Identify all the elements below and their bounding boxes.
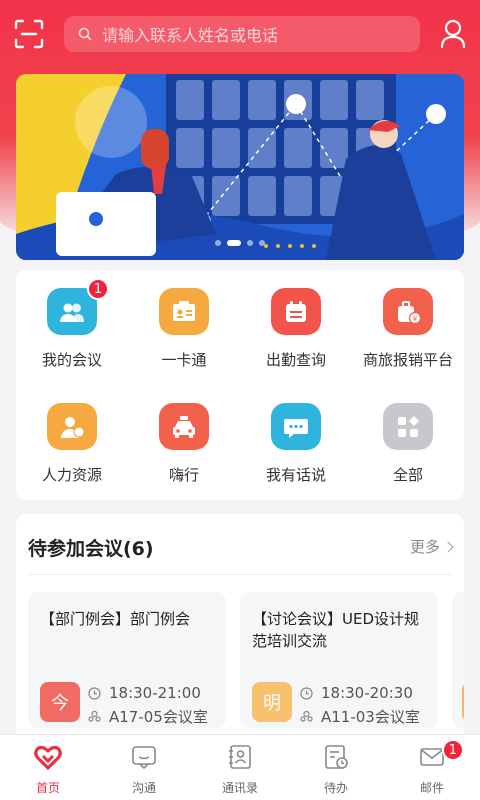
banner-dot[interactable] bbox=[247, 240, 253, 246]
meeting-card[interactable]: 【部门例会】部门例会 今 18:30-21:00 A17-05会议室 bbox=[28, 592, 226, 728]
taxi-icon bbox=[159, 403, 209, 450]
pending-meetings-card: 待参加会议(6) 更多 【部门例会】部门例会 今 18:30-21:00 A17… bbox=[16, 514, 464, 740]
todo-icon bbox=[325, 745, 348, 769]
app-label: 人力资源 bbox=[41, 466, 102, 484]
meeting-time-row: 18:30-20:30 bbox=[300, 684, 413, 702]
chat-bubble-icon bbox=[271, 403, 321, 450]
app-label: 我的会议 bbox=[41, 351, 102, 369]
home-heart-icon bbox=[34, 745, 62, 770]
tab-chat[interactable]: 沟通 bbox=[96, 735, 192, 800]
scan-icon[interactable] bbox=[14, 19, 44, 49]
app-hi-travel[interactable]: 嗨行 bbox=[128, 385, 240, 485]
people-icon: 1 bbox=[47, 278, 109, 335]
calendar-icon bbox=[271, 288, 321, 335]
day-tag: 明 bbox=[252, 682, 292, 722]
tab-label: 邮件 bbox=[419, 781, 444, 795]
chevron-right-icon bbox=[442, 540, 454, 553]
luggage-icon: ¥ bbox=[383, 288, 433, 335]
mail-badge: 1 bbox=[441, 739, 464, 761]
user-profile-icon[interactable] bbox=[440, 19, 466, 49]
banner-dot[interactable] bbox=[215, 240, 221, 246]
app-all[interactable]: 全部 bbox=[352, 385, 464, 485]
tab-home[interactable]: 首页 bbox=[0, 735, 96, 800]
tab-label: 待办 bbox=[323, 781, 348, 795]
app-label: 嗨行 bbox=[168, 466, 199, 484]
app-label: 全部 bbox=[392, 466, 423, 484]
app-hr[interactable]: 人力资源 bbox=[16, 385, 128, 485]
app-one-card[interactable]: 一卡通 bbox=[128, 270, 240, 370]
app-attendance[interactable]: 出勤查询 bbox=[240, 270, 352, 370]
divider bbox=[28, 574, 452, 575]
meeting-title: 【讨论会议】UED设计规范培训交流 bbox=[252, 610, 420, 650]
meeting-card-partial[interactable] bbox=[452, 592, 464, 728]
meeting-room-row: A11-03会议室 bbox=[300, 706, 420, 727]
room-icon bbox=[88, 710, 101, 722]
more-label: 更多 bbox=[409, 538, 440, 556]
tab-label: 通讯录 bbox=[221, 781, 258, 795]
app-label: 一卡通 bbox=[161, 351, 207, 369]
meeting-time: 18:30-20:30 bbox=[321, 684, 413, 702]
clock-icon bbox=[300, 686, 313, 700]
top-bar: 请输入联系人姓名或电话 bbox=[0, 0, 480, 68]
banner-pagination bbox=[16, 240, 464, 246]
app-feedback[interactable]: 我有话说 bbox=[240, 385, 352, 485]
meetings-title: 待参加会议(6) bbox=[28, 538, 154, 560]
more-link[interactable]: 更多 bbox=[409, 536, 454, 557]
meeting-time-row: 18:30-21:00 bbox=[88, 684, 201, 702]
meeting-card[interactable]: 【讨论会议】UED设计规范培训交流 明 18:30-20:30 A11-03会议… bbox=[240, 592, 438, 728]
meeting-time: 18:30-21:00 bbox=[109, 684, 201, 702]
banner-illustration bbox=[16, 74, 464, 260]
meetings-badge: 1 bbox=[87, 278, 109, 300]
app-label: 出勤查询 bbox=[265, 351, 326, 369]
svg-text:¥: ¥ bbox=[413, 315, 418, 323]
banner-dot-active[interactable] bbox=[227, 240, 241, 246]
meeting-room: A11-03会议室 bbox=[321, 708, 420, 726]
app-label: 商旅报销平台 bbox=[362, 351, 453, 369]
room-icon bbox=[300, 710, 313, 722]
meeting-room-row: A17-05会议室 bbox=[88, 706, 208, 727]
day-tag bbox=[462, 682, 464, 722]
search-placeholder: 请输入联系人姓名或电话 bbox=[102, 26, 279, 45]
banner-dot[interactable] bbox=[259, 240, 265, 246]
app-grid: 1 我的会议 一卡通 出勤查询 ¥ 商旅报销平台 人力资源 嗨行 我有话说 全部 bbox=[16, 270, 464, 500]
tab-contacts[interactable]: 通讯录 bbox=[192, 735, 288, 800]
day-tag: 今 bbox=[40, 682, 80, 722]
contacts-icon bbox=[229, 745, 251, 769]
tab-label: 沟通 bbox=[131, 781, 156, 795]
app-my-meetings[interactable]: 1 我的会议 bbox=[16, 270, 128, 370]
tab-todo[interactable]: 待办 bbox=[288, 735, 384, 800]
id-card-icon bbox=[159, 288, 209, 335]
promo-banner[interactable] bbox=[16, 74, 464, 260]
tab-label: 首页 bbox=[35, 781, 60, 795]
app-label: 我有话说 bbox=[265, 466, 326, 484]
chat-icon bbox=[132, 746, 156, 770]
meeting-title: 【部门例会】部门例会 bbox=[40, 610, 191, 628]
all-apps-icon bbox=[383, 403, 433, 450]
meeting-room: A17-05会议室 bbox=[109, 708, 208, 726]
bottom-tab-bar: 首页 沟通 通讯录 待办 1 邮件 bbox=[0, 734, 480, 800]
person-icon bbox=[47, 403, 97, 450]
search-input[interactable]: 请输入联系人姓名或电话 bbox=[64, 16, 420, 52]
clock-icon bbox=[88, 686, 101, 700]
app-travel-reimburse[interactable]: ¥ 商旅报销平台 bbox=[352, 270, 464, 370]
search-icon bbox=[78, 27, 92, 41]
tab-mail[interactable]: 1 邮件 bbox=[384, 735, 480, 800]
